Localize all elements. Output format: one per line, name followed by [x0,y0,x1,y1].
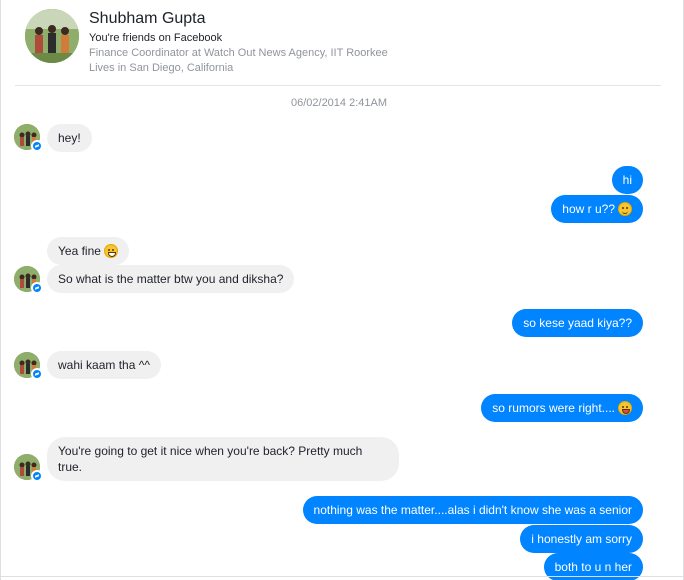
message-text: You're going to get it nice when you're … [58,444,363,474]
sender-avatar[interactable] [14,124,43,152]
message-text: nothing was the matter....alas i didn't … [313,503,632,517]
message-text: hi [622,173,632,187]
message-text: wahi kaam tha ^^ [58,358,150,372]
message-text: how r u?? [562,202,615,216]
message-text: so rumors were right.... [492,401,615,415]
messenger-badge-icon [31,470,43,482]
tongue-emoji-icon [618,401,632,415]
message-bubble-outgoing[interactable]: how r u?? [551,195,643,223]
sender-avatar[interactable] [14,454,43,482]
sender-avatar[interactable] [14,352,43,380]
message-bubble-outgoing[interactable]: i honestly am sorry [520,525,643,553]
message-bubble-outgoing[interactable]: so kese yaad kiya?? [512,309,643,337]
message-bubble-outgoing[interactable]: so rumors were right.... [481,394,643,422]
message-text: Yea fine [58,244,101,258]
message-bubble-outgoing[interactable]: nothing was the matter....alas i didn't … [302,496,643,524]
profile-photo[interactable] [25,9,79,63]
message-bubble-incoming[interactable]: So what is the matter btw you and diksha… [47,265,295,293]
message-bubble-incoming[interactable]: hey! [47,124,92,152]
sender-avatar[interactable] [14,266,43,294]
profile-location: Lives in San Diego, California [89,62,234,74]
friend-status: You're friends on Facebook [89,32,223,44]
composer-divider [1,576,684,577]
grin-emoji-icon [103,244,118,258]
profile-photo-image [25,9,79,63]
message-bubble-incoming[interactable]: wahi kaam tha ^^ [47,351,161,379]
profile-work: Finance Coordinator at Watch Out News Ag… [89,47,388,59]
conversation-window: Shubham Gupta You're friends on Facebook… [0,0,684,580]
message-text: i honestly am sorry [531,532,632,546]
thread-timestamp: 06/02/2014 2:41AM [290,97,388,109]
message-bubble-incoming[interactable]: You're going to get it nice when you're … [47,437,399,481]
conversation-header: Shubham Gupta You're friends on Facebook… [1,0,684,86]
message-text: So what is the matter btw you and diksha… [58,272,284,286]
messenger-badge-icon [31,140,43,152]
profile-name[interactable]: Shubham Gupta [89,10,206,28]
smile-emoji-icon [618,202,632,216]
header-divider [15,85,661,86]
messenger-badge-icon [31,282,43,294]
message-text: so kese yaad kiya?? [523,316,632,330]
messenger-badge-icon [31,368,43,380]
message-text: hey! [58,131,81,145]
message-text: both to u n her [554,560,632,574]
message-bubble-outgoing[interactable]: hi [611,166,643,194]
message-bubble-incoming[interactable]: Yea fine [47,237,129,265]
